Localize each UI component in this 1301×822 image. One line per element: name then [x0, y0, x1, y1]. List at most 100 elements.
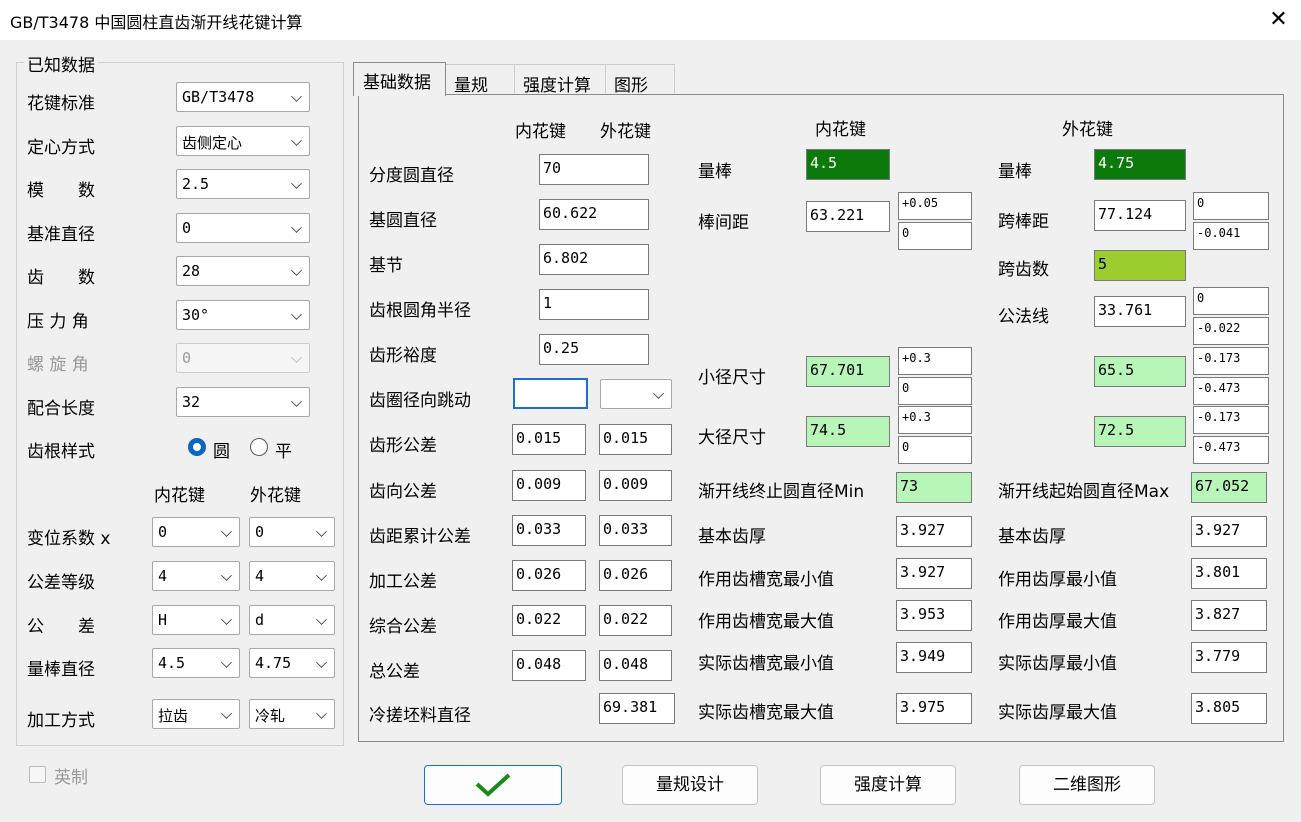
int-major-lower[interactable]: 0 [898, 436, 972, 464]
tolerance-external-select[interactable]: d [249, 605, 335, 635]
between-pins-lower[interactable]: 0 [898, 222, 972, 250]
common-normal-field[interactable]: 33.761 [1094, 296, 1186, 327]
runout-internal-field[interactable] [513, 378, 588, 409]
int-minor-field[interactable]: 67.701 [806, 356, 890, 387]
total-tol-internal[interactable]: 0.048 [512, 650, 586, 681]
ext-minor-upper[interactable]: -0.173 [1193, 347, 1269, 375]
profile-tol-internal[interactable]: 0.015 [512, 424, 586, 455]
common-normal-lower[interactable]: -0.022 [1193, 317, 1269, 345]
between-pins-field[interactable]: 63.221 [806, 201, 890, 232]
shift-external-select[interactable]: 0 [249, 517, 335, 547]
pressure-angle-select[interactable]: 30° [176, 300, 310, 330]
tol-grade-internal-select[interactable]: 4 [152, 561, 240, 591]
process-external-select[interactable]: 冷轧 [249, 699, 335, 729]
tab-strength[interactable]: 强度计算 [514, 64, 606, 96]
eff-space-min-field[interactable]: 3.927 [896, 558, 972, 589]
tol-grade-external-select[interactable]: 4 [249, 561, 335, 591]
teeth-select[interactable]: 28 [176, 256, 310, 286]
graphics-2d-button[interactable]: 二维图形 [1019, 765, 1155, 805]
over-pins-upper[interactable]: 0 [1193, 192, 1269, 220]
shift-internal-select[interactable]: 0 [152, 517, 240, 547]
chevron-down-icon [291, 396, 302, 407]
module-value: 2.5 [182, 175, 210, 193]
centering-select[interactable]: 齿侧定心 [176, 126, 310, 156]
eff-thick-min-field[interactable]: 3.801 [1191, 558, 1267, 589]
chevron-down-icon [291, 135, 302, 146]
act-thick-min-field[interactable]: 3.779 [1191, 642, 1267, 673]
fit-length-value: 32 [182, 393, 201, 411]
module-select[interactable]: 2.5 [176, 169, 310, 199]
int-major-field[interactable]: 74.5 [806, 416, 890, 447]
ext-minor-lower[interactable]: -0.473 [1193, 377, 1269, 405]
root-flat-radio[interactable] [250, 438, 268, 456]
ext-basic-thick-field[interactable]: 3.927 [1191, 516, 1267, 547]
lead-tol-external[interactable]: 0.009 [599, 470, 672, 501]
chevron-down-icon [316, 526, 327, 537]
common-normal-upper[interactable]: 0 [1193, 287, 1269, 315]
eff-space-max-field[interactable]: 3.953 [896, 600, 972, 631]
tab-basic[interactable]: 基础数据 [353, 62, 446, 96]
base-dia-field[interactable]: 60.622 [539, 199, 649, 230]
root-round-radio[interactable] [188, 438, 206, 456]
chevron-down-icon [291, 178, 302, 189]
ext-basic-thick-label: 基本齿厚 [998, 527, 1066, 547]
over-pins-lower[interactable]: -0.041 [1193, 222, 1269, 250]
involute-end-field[interactable]: 73 [896, 472, 972, 503]
root-style-label: 齿根样式 [27, 442, 95, 462]
int-minor-lower[interactable]: 0 [898, 377, 972, 405]
int-major-upper[interactable]: +0.3 [898, 406, 972, 434]
spline-standard-select[interactable]: GB/T3478 [176, 82, 310, 112]
chevron-down-icon [221, 614, 232, 625]
base-pitch-field[interactable]: 6.802 [539, 244, 649, 275]
cum-pitch-tol-external[interactable]: 0.033 [599, 515, 672, 546]
ext-pin-field[interactable]: 4.75 [1094, 149, 1186, 180]
span-teeth-field[interactable]: 5 [1094, 250, 1186, 281]
ext-major-upper[interactable]: -0.173 [1193, 406, 1269, 434]
pin-dia-external-select[interactable]: 4.75 [249, 648, 335, 678]
runout-external-select[interactable] [600, 379, 672, 409]
between-pins-upper[interactable]: +0.05 [898, 192, 972, 220]
eff-thick-max-field[interactable]: 3.827 [1191, 600, 1267, 631]
mach-tol-internal[interactable]: 0.026 [512, 560, 586, 591]
mach-tol-external[interactable]: 0.026 [599, 560, 672, 591]
gauge-design-button[interactable]: 量规设计 [622, 765, 758, 805]
imperial-checkbox[interactable] [29, 766, 46, 783]
tolerance-internal-select[interactable]: H [152, 605, 240, 635]
tab-graphics[interactable]: 图形 [605, 64, 675, 96]
int-basic-thick-field[interactable]: 3.927 [896, 516, 972, 547]
ok-button[interactable] [424, 765, 562, 805]
ref-diameter-select[interactable]: 0 [176, 213, 310, 243]
between-pins-label: 棒间距 [698, 213, 749, 233]
base-dia-label: 基圆直径 [369, 211, 437, 231]
shift-internal-value: 0 [158, 523, 168, 541]
close-icon[interactable]: ✕ [1256, 0, 1301, 40]
form-clearance-field[interactable]: 0.25 [539, 334, 649, 365]
chevron-down-icon [291, 222, 302, 233]
cum-pitch-tol-internal[interactable]: 0.033 [512, 515, 586, 546]
process-internal-select[interactable]: 拉齿 [152, 699, 240, 729]
profile-tol-external[interactable]: 0.015 [599, 424, 672, 455]
total-tol-external[interactable]: 0.048 [599, 650, 672, 681]
involute-start-field[interactable]: 67.052 [1191, 472, 1267, 503]
over-pins-field[interactable]: 77.124 [1094, 200, 1186, 231]
ext-major-field[interactable]: 72.5 [1094, 416, 1186, 447]
pin-dia-internal-select[interactable]: 4.5 [152, 648, 240, 678]
fit-length-select[interactable]: 32 [176, 387, 310, 417]
ext-minor-field[interactable]: 65.5 [1094, 356, 1186, 387]
chevron-down-icon [221, 657, 232, 668]
pitch-dia-field[interactable]: 70 [539, 154, 649, 185]
comp-tol-internal[interactable]: 0.022 [512, 605, 586, 636]
act-thick-max-field[interactable]: 3.805 [1191, 693, 1267, 724]
root-fillet-field[interactable]: 1 [539, 289, 649, 320]
int-minor-upper[interactable]: +0.3 [898, 347, 972, 375]
comp-tol-external[interactable]: 0.022 [599, 605, 672, 636]
tab-gauge[interactable]: 量规 [445, 64, 515, 96]
strength-calc-button[interactable]: 强度计算 [820, 765, 956, 805]
lead-tol-internal[interactable]: 0.009 [512, 470, 586, 501]
act-space-max-field[interactable]: 3.975 [896, 693, 972, 724]
blank-dia-external[interactable]: 69.381 [599, 693, 675, 724]
act-space-min-field[interactable]: 3.949 [896, 642, 972, 673]
ext-major-lower[interactable]: -0.473 [1193, 436, 1269, 464]
chevron-down-icon [221, 570, 232, 581]
int-pin-field[interactable]: 4.5 [806, 149, 890, 180]
